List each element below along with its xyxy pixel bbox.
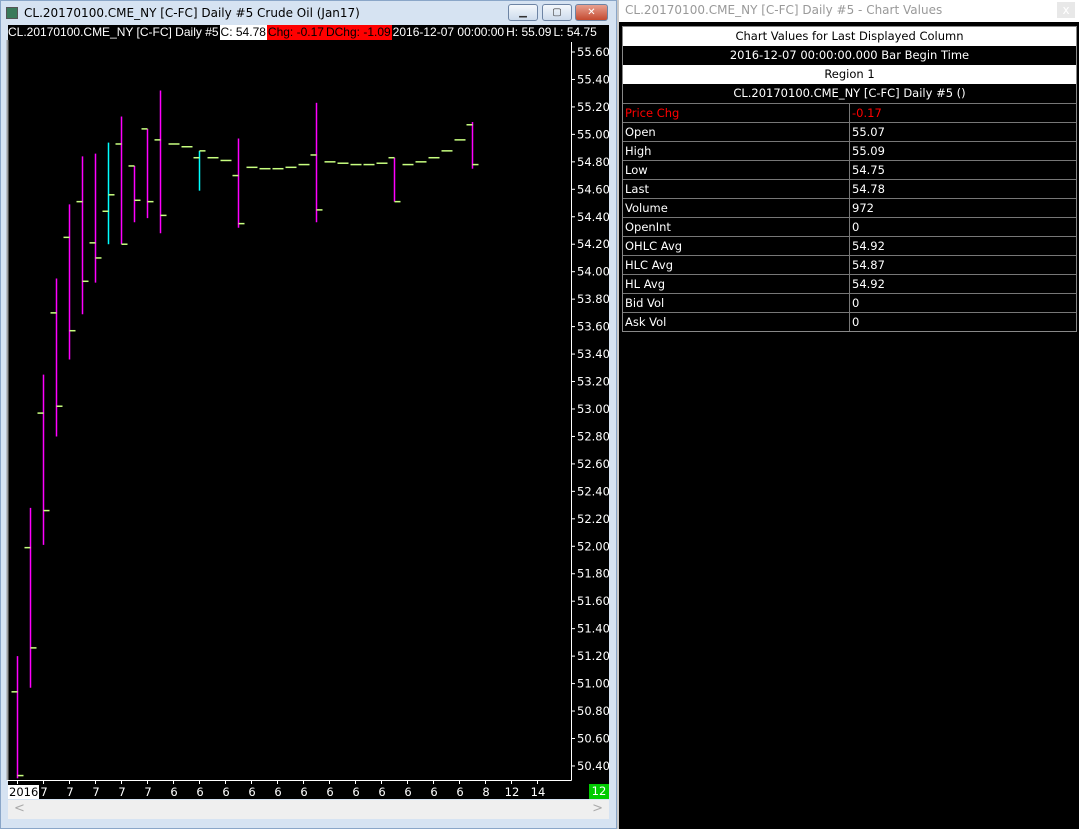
region-label: Region 1 <box>623 65 1076 84</box>
value-row: Bid Vol 0 <box>623 293 1076 312</box>
price-tick-label: 54.80 <box>577 155 610 169</box>
value-row: Volume 972 <box>623 198 1076 217</box>
value-cell: 0 <box>852 296 860 310</box>
header-time: 2016-12-07 00:00:00 <box>392 25 505 39</box>
price-tick-label: 51.00 <box>577 677 610 691</box>
value-cell: 0 <box>852 315 860 329</box>
value-label: Price Chg <box>623 104 850 122</box>
value-cell: 54.92 <box>852 277 885 291</box>
price-tick-label: 54.00 <box>577 265 610 279</box>
price-tick-label: 53.60 <box>577 320 610 334</box>
chart-values-close-button[interactable]: x <box>1057 2 1075 18</box>
value-row: Ask Vol 0 <box>623 312 1076 331</box>
value-cell: 55.07 <box>852 125 885 139</box>
price-tick-label: 53.40 <box>577 347 610 361</box>
value-cell: 54.92 <box>852 239 885 253</box>
value-row: Low 54.75 <box>623 160 1076 179</box>
value-label: Last <box>623 180 850 198</box>
header-dchg: DChg: -1.09 <box>324 25 392 40</box>
price-tick-label: 50.80 <box>577 704 610 718</box>
header-chg: Chg: -0.17 <box>266 25 325 40</box>
chart-values-title: CL.20170100.CME_NY [C-FC] Daily #5 - Cha… <box>625 3 943 17</box>
price-tick-label: 55.00 <box>577 127 610 141</box>
header-high: H: 55.09 <box>506 25 552 39</box>
value-row: HL Avg 54.92 <box>623 274 1076 293</box>
price-tick-label: 52.00 <box>577 539 610 553</box>
value-label: HLC Avg <box>623 256 850 274</box>
price-tick-label: 51.60 <box>577 594 610 608</box>
value-label: Ask Vol <box>623 313 850 331</box>
value-label: Low <box>623 161 850 179</box>
price-tick-label: 53.80 <box>577 292 610 306</box>
price-tick-label: 54.20 <box>577 237 610 251</box>
value-row: OpenInt 0 <box>623 217 1076 236</box>
value-label: Open <box>623 123 850 141</box>
value-label: Bid Vol <box>623 294 850 312</box>
price-tick-label: 52.60 <box>577 457 610 471</box>
value-label: High <box>623 142 850 160</box>
header-symbol: CL.20170100.CME_NY [C-FC] Daily #5 <box>8 25 219 39</box>
header-close: C: 54.78 <box>219 25 267 40</box>
price-tick-label: 54.40 <box>577 210 610 224</box>
value-cell: 54.87 <box>852 258 885 272</box>
price-tick-label: 53.00 <box>577 402 610 416</box>
price-tick-label: 55.60 <box>577 45 610 59</box>
chart-values-window: CL.20170100.CME_NY [C-FC] Daily #5 - Cha… <box>617 0 1079 829</box>
value-row: Last 54.78 <box>623 179 1076 198</box>
price-tick-label: 50.60 <box>577 732 610 746</box>
value-label: Volume <box>623 199 850 217</box>
value-cell: 972 <box>852 201 874 215</box>
bar-begin-time: 2016-12-07 00:00:00.000 Bar Begin Time <box>623 46 1076 65</box>
study-label: CL.20170100.CME_NY [C-FC] Daily #5 () <box>623 84 1076 103</box>
price-tick-label: 50.40 <box>577 759 610 773</box>
chart-values-table: Chart Values for Last Displayed Column 2… <box>622 26 1077 332</box>
price-tick-label: 53.20 <box>577 375 610 389</box>
price-tick-label: 52.40 <box>577 484 610 498</box>
value-row: High 55.09 <box>623 141 1076 160</box>
ohlc-chart: 55.60 55.40 55.20 55.00 54.80 54.60 54.40 54.20… <box>6 40 610 784</box>
value-row: Price Chg -0.17 <box>623 103 1076 122</box>
price-tick-label: 51.20 <box>577 649 610 663</box>
value-cell: 54.78 <box>852 182 885 196</box>
price-tick-label: 51.80 <box>577 567 610 581</box>
value-label: OHLC Avg <box>623 237 850 255</box>
price-tick-label: 55.20 <box>577 100 610 114</box>
chart-values-title-bar[interactable]: CL.20170100.CME_NY [C-FC] Daily #5 - Cha… <box>619 0 1079 22</box>
value-row: Open 55.07 <box>623 122 1076 141</box>
price-tick-label: 52.20 <box>577 512 610 526</box>
value-label: HL Avg <box>623 275 850 293</box>
price-tick-label: 55.40 <box>577 72 610 86</box>
header-low: L: 54.75 <box>553 25 597 39</box>
value-cell: 0 <box>852 220 860 234</box>
value-cell: 54.75 <box>852 163 885 177</box>
value-cell: 55.09 <box>852 144 885 158</box>
value-cell: -0.17 <box>852 106 882 120</box>
chart-header: CL.20170100.CME_NY [C-FC] Daily #5 C: 54… <box>7 25 607 40</box>
value-row: HLC Avg 54.87 <box>623 255 1076 274</box>
table-heading: Chart Values for Last Displayed Column <box>623 27 1076 46</box>
price-tick-label: 51.40 <box>577 622 610 636</box>
price-tick-label: 54.60 <box>577 182 610 196</box>
value-row: OHLC Avg 54.92 <box>623 236 1076 255</box>
price-tick-label: 52.80 <box>577 429 610 443</box>
value-label: OpenInt <box>623 218 850 236</box>
